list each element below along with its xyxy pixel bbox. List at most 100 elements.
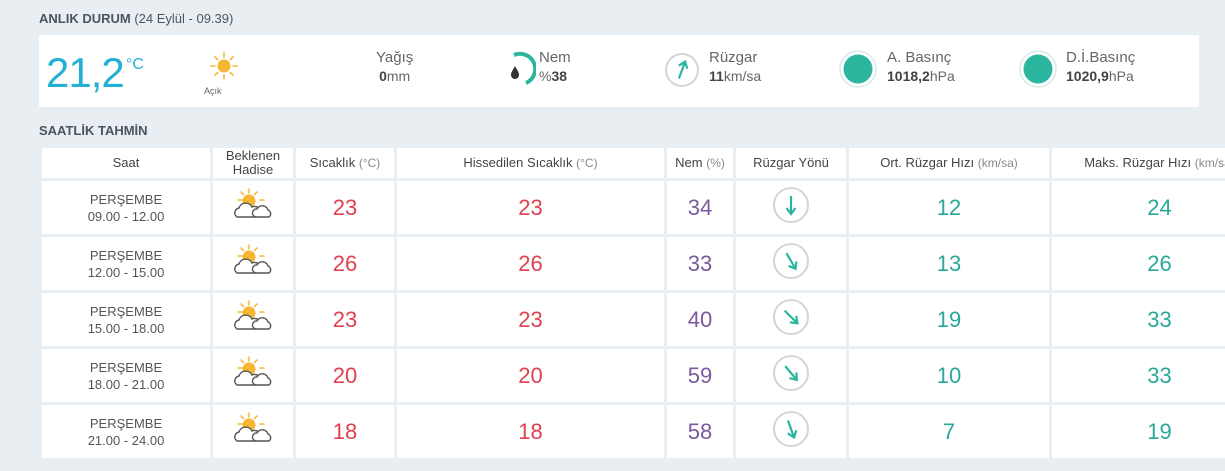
cell-feels-like: 26 xyxy=(397,237,664,290)
wind-value: 11 xyxy=(709,68,724,84)
header-time-label: Saat xyxy=(112,155,140,170)
cell-event xyxy=(213,293,293,346)
humidity-metric: Nem %38 xyxy=(539,49,571,85)
cell-wind-speed: 12 xyxy=(849,181,1049,234)
header-temp-label: Sıcaklık xyxy=(309,155,356,170)
cell-wind-direction xyxy=(736,405,846,458)
humidity-prefix: % xyxy=(539,68,552,84)
humidity-value: 38 xyxy=(551,68,568,84)
row-time-range: 18.00 - 21.00 xyxy=(87,376,165,392)
header-feel-label: Hissedilen Sıcaklık xyxy=(463,155,573,170)
rain-value: 0 xyxy=(379,68,387,84)
cell-event xyxy=(213,237,293,290)
table-row: PERŞEMBE 09.00 - 12.00 23 23 34 12 24 xyxy=(42,181,1225,234)
current-title-text: ANLIK DURUM xyxy=(39,11,131,26)
cell-humidity: 33 xyxy=(667,237,733,290)
header-humidity: Nem (%) xyxy=(667,148,733,178)
table-row: PERŞEMBE 12.00 - 15.00 26 26 33 13 26 xyxy=(42,237,1225,290)
cell-time: PERŞEMBE 21.00 - 24.00 xyxy=(42,405,210,458)
row-day: PERŞEMBE xyxy=(89,415,163,431)
pressure-label: A. Basınç xyxy=(887,49,952,66)
header-wind-direction-label: Rüzgar Yönü xyxy=(753,155,829,170)
pressure-icon xyxy=(839,50,877,88)
current-conditions-card: 21,2 °C Açık Yağış 0mm Nem %38 Rüzgar 11… xyxy=(39,35,1199,107)
cell-wind-direction xyxy=(736,293,846,346)
cell-wind-speed: 13 xyxy=(849,237,1049,290)
cell-event xyxy=(213,405,293,458)
sea-pressure-icon xyxy=(1019,50,1057,88)
partly-cloudy-icon xyxy=(234,244,272,274)
header-wind-max-label: Maks. Rüzgar Hızı xyxy=(1084,155,1192,170)
pressure-value: 1018,2 xyxy=(887,68,930,84)
condition-label: Açık xyxy=(204,86,222,96)
table-row: PERŞEMBE 21.00 - 24.00 18 18 58 7 19 xyxy=(42,405,1225,458)
cell-event xyxy=(213,181,293,234)
sea-pressure-metric: D.İ.Basınç 1020,9hPa xyxy=(1066,49,1135,85)
current-timestamp: (24 Eylül - 09.39) xyxy=(134,11,234,26)
header-feel-unit: (°C) xyxy=(576,156,598,170)
cell-wind-max: 33 xyxy=(1052,293,1225,346)
wind-direction-icon xyxy=(665,53,699,87)
current-conditions-title: ANLIK DURUM (24 Eylül - 09.39) xyxy=(39,11,233,26)
sun-icon xyxy=(210,52,238,80)
header-temp: Sıcaklık (°C) xyxy=(296,148,394,178)
cell-feels-like: 23 xyxy=(397,293,664,346)
wind-unit: km/sa xyxy=(723,68,762,84)
header-humidity-unit: (%) xyxy=(706,156,725,170)
header-wind-max: Maks. Rüzgar Hızı (km/sa) xyxy=(1052,148,1225,178)
sea-pressure-value: 1020,9 xyxy=(1066,68,1109,84)
pressure-metric: A. Basınç 1018,2hPa xyxy=(887,49,955,85)
header-temp-unit: (°C) xyxy=(358,156,381,170)
cell-time: PERŞEMBE 18.00 - 21.00 xyxy=(42,349,210,402)
cell-wind-speed: 7 xyxy=(849,405,1049,458)
header-time: Saat xyxy=(42,148,210,178)
temperature-unit: °C xyxy=(126,56,144,73)
row-time-range: 12.00 - 15.00 xyxy=(87,264,165,280)
row-day: PERŞEMBE xyxy=(89,303,163,319)
current-temperature: 21,2 xyxy=(46,49,125,96)
cell-wind-speed: 10 xyxy=(849,349,1049,402)
cell-wind-max: 33 xyxy=(1052,349,1225,402)
partly-cloudy-icon xyxy=(234,300,272,330)
cell-humidity: 58 xyxy=(667,405,733,458)
cell-feels-like: 20 xyxy=(397,349,664,402)
cell-wind-direction xyxy=(736,349,846,402)
header-event-label: Beklenen Hadise xyxy=(225,148,281,177)
wind-direction-icon xyxy=(773,355,809,391)
row-day: PERŞEMBE xyxy=(89,359,163,375)
cell-event xyxy=(213,349,293,402)
cell-temperature: 18 xyxy=(296,405,394,458)
cell-feels-like: 23 xyxy=(397,181,664,234)
cell-wind-max: 26 xyxy=(1052,237,1225,290)
header-wind-direction: Rüzgar Yönü xyxy=(736,148,846,178)
humidity-label: Nem xyxy=(539,49,571,66)
row-day: PERŞEMBE xyxy=(89,247,163,263)
rain-label: Yağış xyxy=(376,49,414,66)
cell-wind-max: 24 xyxy=(1052,181,1225,234)
cell-wind-direction xyxy=(736,181,846,234)
wind-direction-icon xyxy=(773,411,809,447)
row-time-range: 15.00 - 18.00 xyxy=(87,320,165,336)
sea-pressure-label: D.İ.Basınç xyxy=(1066,49,1136,66)
cell-temperature: 20 xyxy=(296,349,394,402)
partly-cloudy-icon xyxy=(234,356,272,386)
cell-temperature: 23 xyxy=(296,293,394,346)
humidity-gauge-icon xyxy=(511,51,536,85)
cell-wind-max: 19 xyxy=(1052,405,1225,458)
cell-time: PERŞEMBE 15.00 - 18.00 xyxy=(42,293,210,346)
pressure-unit: hPa xyxy=(929,68,955,84)
header-humidity-label: Nem xyxy=(675,155,703,170)
cell-time: PERŞEMBE 12.00 - 15.00 xyxy=(42,237,210,290)
wind-direction-icon xyxy=(773,187,809,223)
table-header-row: Saat Beklenen Hadise Sıcaklık (°C) Hisse… xyxy=(42,148,1225,178)
row-day: PERŞEMBE xyxy=(89,191,163,207)
table-row: PERŞEMBE 15.00 - 18.00 23 23 40 19 33 xyxy=(42,293,1225,346)
cell-temperature: 23 xyxy=(296,181,394,234)
wind-label: Rüzgar xyxy=(709,49,758,66)
hourly-forecast-title: SAATLİK TAHMİN xyxy=(39,123,148,138)
partly-cloudy-icon xyxy=(234,412,272,442)
cell-wind-direction xyxy=(736,237,846,290)
cell-feels-like: 18 xyxy=(397,405,664,458)
cell-time: PERŞEMBE 09.00 - 12.00 xyxy=(42,181,210,234)
cell-wind-speed: 19 xyxy=(849,293,1049,346)
